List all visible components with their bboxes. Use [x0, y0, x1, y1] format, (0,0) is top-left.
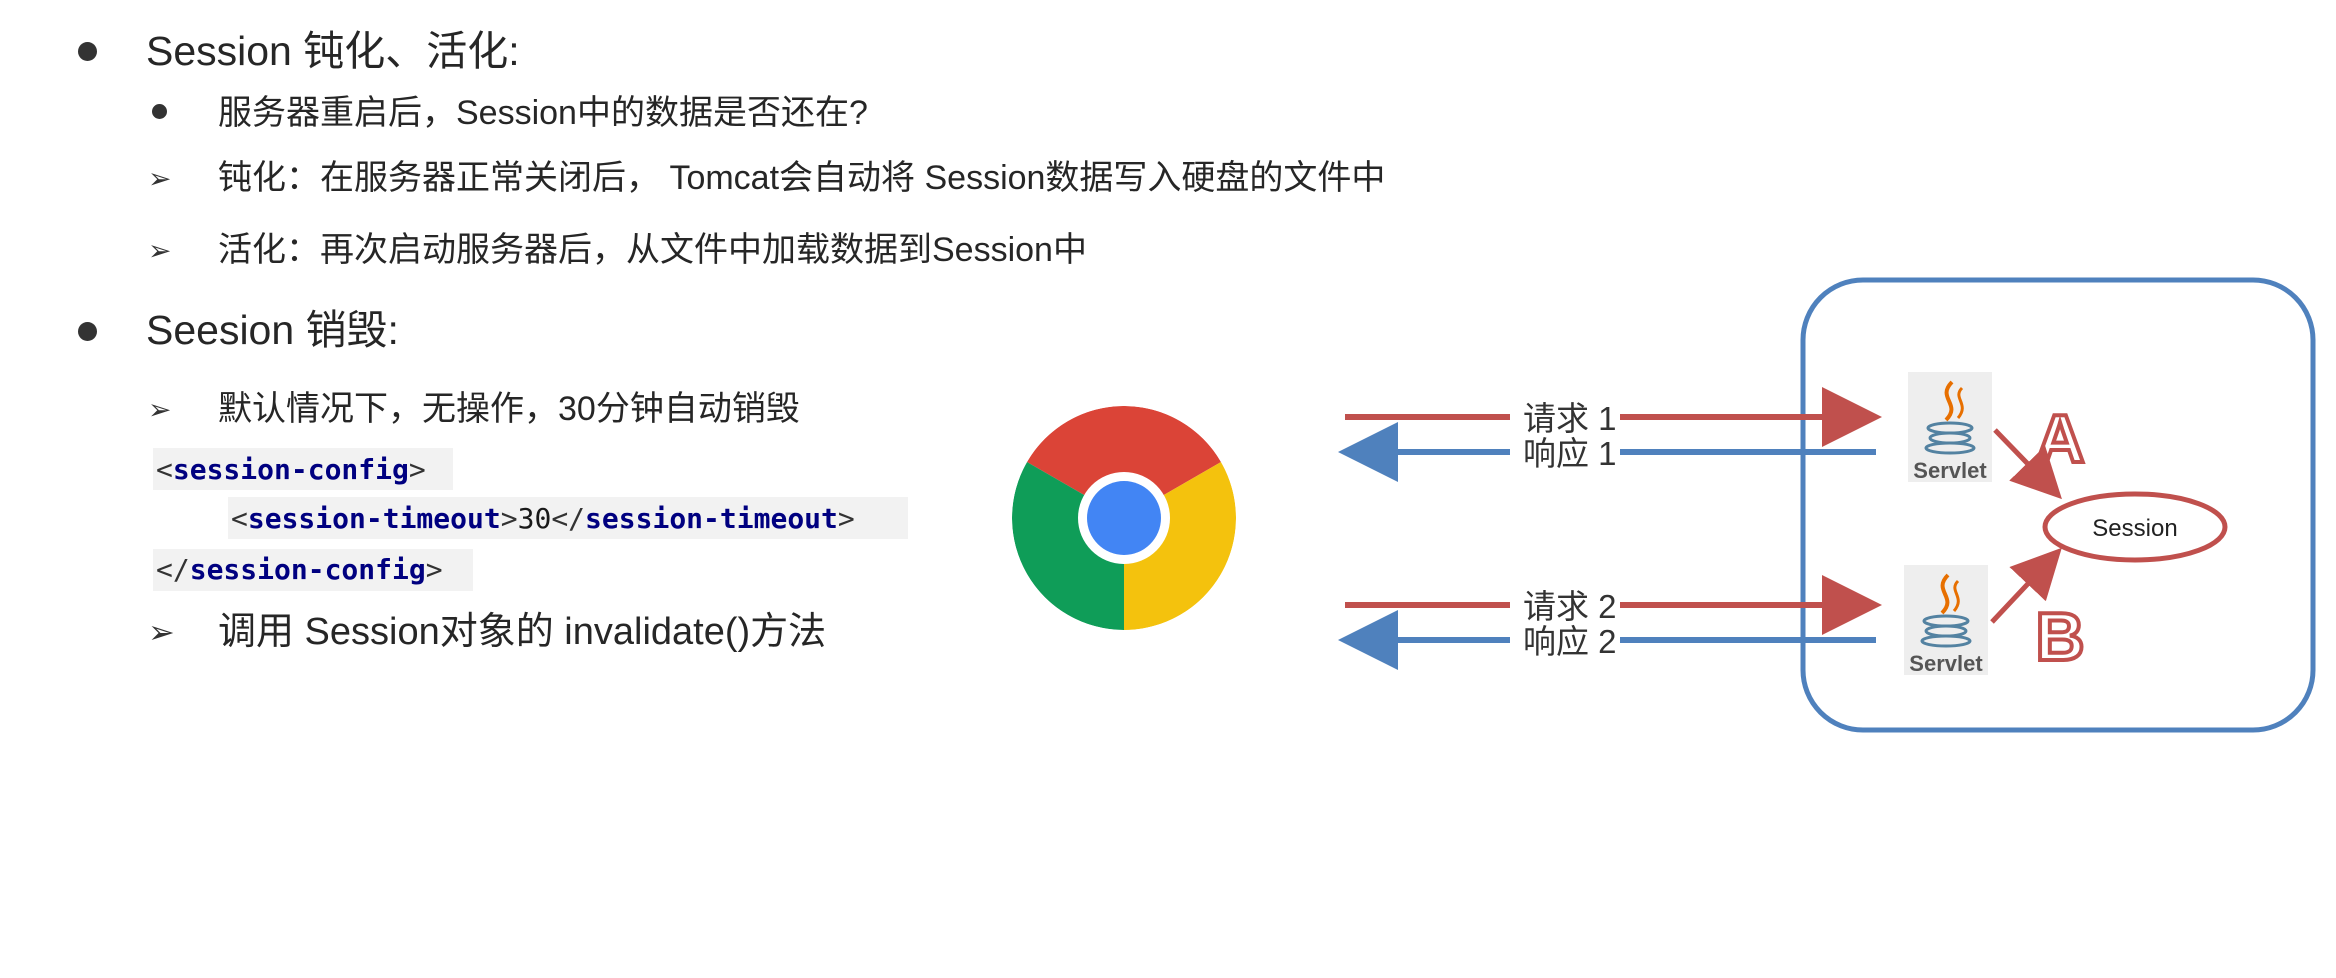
section1-heading: Session 钝化、活化: — [146, 28, 520, 74]
servlet-b-label: Servlet — [1909, 651, 1983, 676]
arrow-bullet-icon: ➢ — [148, 613, 175, 651]
section2-heading: Seesion 销毁: — [146, 307, 399, 353]
java-servlet-icon: Servlet — [1904, 565, 1988, 676]
session-diagram: 请求 1 响应 1 请求 2 响应 2 Servlet Servlet A B … — [1338, 277, 2316, 733]
arrow-bullet-icon: ➢ — [148, 234, 172, 267]
letter-a: A — [2035, 401, 2084, 477]
chrome-browser-icon — [1012, 406, 1236, 630]
code-line-inner: <session-timeout>30</session-timeout> — [231, 502, 855, 535]
request2-label: 请求 2 — [1523, 588, 1617, 625]
default-timeout-text: 默认情况下，无操作，30分钟自动销毁 — [218, 390, 800, 428]
passivation-text: 钝化：在服务器正常关闭后， Tomcat会自动将 Session数据写入硬盘的文… — [218, 159, 1386, 197]
code-line-close: </session-config> — [156, 553, 443, 586]
code-inner-value: 30 — [517, 502, 552, 535]
java-servlet-icon: Servlet — [1908, 372, 1992, 483]
code-open-tag: session-config — [172, 453, 409, 486]
letter-b: B — [2035, 599, 2084, 675]
arrow-bullet-icon: ➢ — [148, 393, 172, 426]
servlet-a-label: Servlet — [1913, 458, 1987, 483]
bullet-icon — [152, 104, 167, 119]
code-line-open: <session-config> — [156, 453, 426, 486]
code-close-tag: session-config — [189, 553, 426, 586]
request1-label: 请求 1 — [1523, 400, 1617, 437]
invalidate-text: 调用 Session对象的 invalidate()方法 — [218, 611, 827, 653]
session-label: Session — [2092, 515, 2177, 542]
response1-label: 响应 1 — [1523, 435, 1617, 472]
activation-text: 活化：再次启动服务器后，从文件中加载数据到Session中 — [218, 231, 1087, 269]
response2-label: 响应 2 — [1523, 623, 1617, 660]
code-inner-close-tag: session-timeout — [585, 502, 838, 535]
question-text: 服务器重启后，Session中的数据是否还在? — [218, 94, 868, 132]
arrow-bullet-icon: ➢ — [148, 162, 172, 195]
bullet-icon — [78, 322, 97, 341]
bullet-icon — [78, 42, 97, 61]
code-inner-tag: session-timeout — [247, 502, 501, 535]
